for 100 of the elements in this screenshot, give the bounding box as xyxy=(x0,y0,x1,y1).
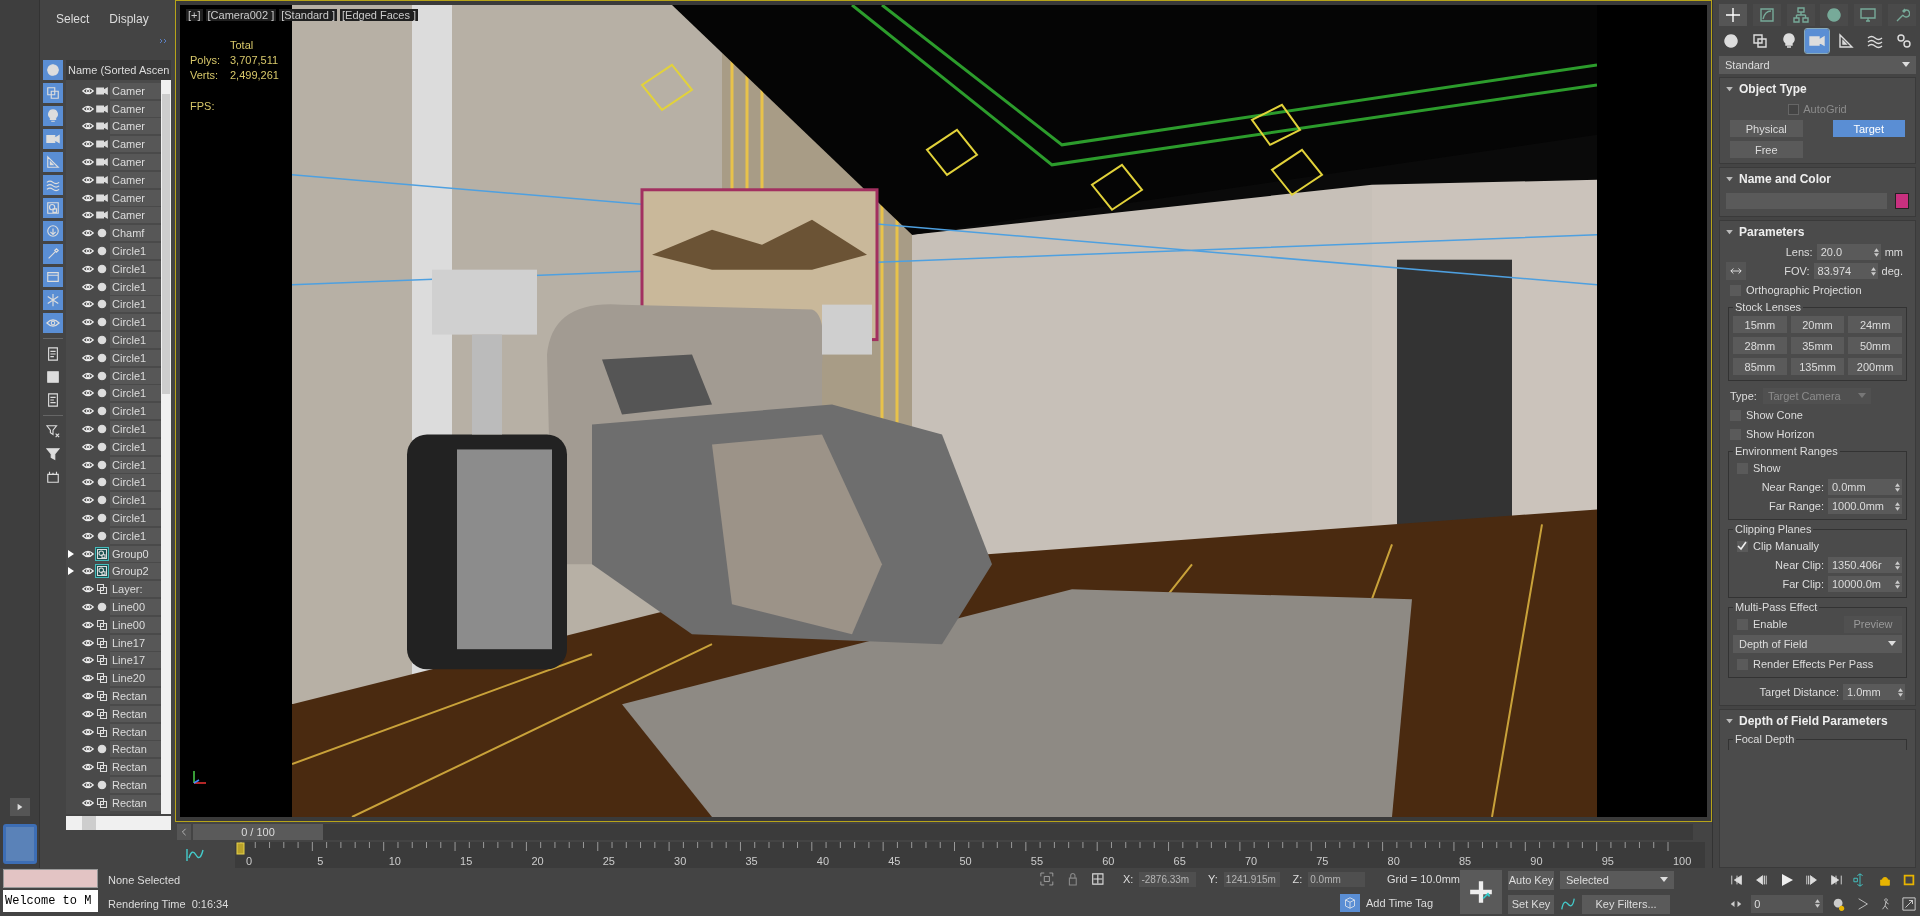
scene-item[interactable]: Circle1 xyxy=(66,437,161,456)
number-field[interactable]: 1.0mm xyxy=(1843,684,1905,700)
color-swatch[interactable] xyxy=(1895,193,1909,209)
scene-item[interactable]: Rectan xyxy=(66,758,161,777)
scene-item[interactable]: Camer xyxy=(66,206,161,225)
menu-item[interactable]: Select xyxy=(56,12,90,60)
time-tag-button[interactable] xyxy=(1340,894,1360,913)
viewport-layout-button[interactable] xyxy=(2,824,37,864)
scene-item[interactable]: Chamf xyxy=(66,224,161,243)
panel-tab[interactable] xyxy=(1888,4,1916,26)
panel-tab[interactable] xyxy=(1752,4,1781,26)
time-slider-thumb[interactable]: 0 / 100 xyxy=(193,824,323,840)
scrollbar[interactable] xyxy=(66,816,171,830)
rollout-header[interactable]: Object Type xyxy=(1726,80,1909,98)
next-frame-icon[interactable] xyxy=(1804,872,1819,887)
key-tangent-icon[interactable] xyxy=(1560,896,1576,912)
selection-bracket-icon[interactable] xyxy=(1040,872,1054,887)
scene-item[interactable]: Circle1 xyxy=(66,455,161,474)
scene-item[interactable]: Layer: xyxy=(66,580,161,599)
scene-item[interactable]: Rectan xyxy=(66,704,161,723)
fov-direction-button[interactable] xyxy=(1726,262,1746,280)
number-field[interactable]: 0.0mm xyxy=(1828,479,1902,495)
scene-item[interactable]: Camer xyxy=(66,99,161,118)
rollout-header[interactable]: Depth of Field Parameters xyxy=(1726,712,1909,730)
rollout-header[interactable]: Parameters xyxy=(1726,223,1909,241)
expand-button[interactable] xyxy=(9,798,30,816)
lens-button[interactable]: 135mm xyxy=(1790,358,1845,375)
number-field[interactable]: 20.0 xyxy=(1816,244,1881,260)
previous-frame-icon[interactable] xyxy=(1754,872,1769,887)
scene-item[interactable]: Group0 xyxy=(66,544,161,563)
checkbox[interactable] xyxy=(1737,540,1748,552)
scene-item[interactable]: Circle1 xyxy=(66,473,161,492)
object-type-button[interactable]: Physical xyxy=(1730,120,1803,137)
column-header[interactable]: Name (Sorted Ascen xyxy=(66,60,171,80)
scene-item[interactable]: Line17 xyxy=(66,651,161,670)
key-filters-button[interactable]: Key Filters... xyxy=(1582,894,1670,914)
coordinate-field[interactable]: -2876.33m xyxy=(1139,871,1197,887)
coordinate-field[interactable]: 1241.915m xyxy=(1223,871,1281,887)
scene-item[interactable]: Line00 xyxy=(66,598,161,616)
set-key-button[interactable]: Set Key xyxy=(1508,894,1554,914)
set-keys-button[interactable] xyxy=(1460,870,1502,914)
crosshair-icon[interactable] xyxy=(1091,872,1105,887)
scene-item[interactable]: Camer xyxy=(66,135,161,154)
viewport-label[interactable]: [Camera002 ] xyxy=(205,9,277,21)
scene-item[interactable]: Line00 xyxy=(66,615,161,634)
lens-button[interactable]: 85mm xyxy=(1733,358,1787,375)
scene-item[interactable]: Camer xyxy=(66,188,161,207)
lens-button[interactable]: 28mm xyxy=(1733,337,1787,354)
panel-tab[interactable] xyxy=(1719,4,1747,26)
scene-item[interactable]: Rectan xyxy=(66,793,161,812)
go-to-start-icon[interactable] xyxy=(1730,872,1744,887)
number-field[interactable]: 1000.0mm xyxy=(1828,498,1902,514)
number-field[interactable]: 10000.0m xyxy=(1828,576,1902,592)
scene-item[interactable]: Circle1 xyxy=(66,277,161,296)
viewport-label[interactable]: [Edged Faces ] xyxy=(340,9,419,21)
script-output-field[interactable]: Welcome to M xyxy=(3,890,98,912)
scene-item[interactable]: Circle1 xyxy=(66,491,161,510)
scene-item[interactable]: Circle1 xyxy=(66,259,161,278)
scrollbar[interactable] xyxy=(161,80,171,814)
scene-item[interactable]: Circle1 xyxy=(66,509,161,527)
lens-button[interactable]: 15mm xyxy=(1733,316,1787,333)
object-type-button[interactable]: Free xyxy=(1730,141,1803,158)
coordinate-field[interactable]: 0.0mm xyxy=(1308,871,1365,887)
lens-button[interactable]: 200mm xyxy=(1848,358,1902,375)
curve-icon[interactable] xyxy=(185,848,205,862)
menu-item[interactable]: Display xyxy=(109,12,149,60)
scene-item[interactable]: Circle1 xyxy=(66,526,161,545)
scene-item[interactable]: Circle1 xyxy=(66,295,161,314)
lens-button[interactable]: 35mm xyxy=(1790,337,1845,354)
object-type-button[interactable]: Target xyxy=(1832,120,1905,137)
scene-item[interactable]: Circle1 xyxy=(66,313,161,332)
scene-item[interactable]: Rectan xyxy=(66,687,161,705)
scene-item[interactable]: Circle1 xyxy=(66,366,161,385)
lens-button[interactable]: 24mm xyxy=(1848,316,1902,333)
scene-item[interactable]: Line20 xyxy=(66,669,161,688)
type-dropdown[interactable]: Standard xyxy=(1719,56,1916,74)
go-to-end-icon[interactable] xyxy=(1829,872,1844,887)
scene-item[interactable]: Rectan xyxy=(66,722,161,741)
panel-tab[interactable] xyxy=(1786,4,1815,26)
viewport-label[interactable]: [+] xyxy=(186,9,203,21)
current-frame-field[interactable]: 0 xyxy=(1751,894,1824,913)
scene-item[interactable]: Line17 xyxy=(66,633,161,652)
viewport-label[interactable]: [Standard ] xyxy=(279,9,338,21)
auto-key-button[interactable]: Auto Key xyxy=(1508,870,1554,890)
scene-item[interactable]: Circle1 xyxy=(66,348,161,367)
scene-item[interactable]: Rectan xyxy=(66,740,161,759)
panel-tab[interactable] xyxy=(1820,4,1849,26)
scene-item[interactable]: Group2 xyxy=(66,562,161,581)
maximize-icon[interactable] xyxy=(1901,896,1916,911)
lens-button[interactable]: 20mm xyxy=(1790,316,1845,333)
scene-item[interactable]: Circle1 xyxy=(66,402,161,421)
scene-item[interactable]: Camer xyxy=(66,117,161,136)
time-marker[interactable] xyxy=(236,842,245,855)
key-mode-dropdown[interactable]: Selected xyxy=(1560,871,1674,889)
previous-frame-button[interactable] xyxy=(177,824,191,840)
lens-button[interactable]: 50mm xyxy=(1848,337,1902,354)
effect-dropdown[interactable]: Depth of Field xyxy=(1733,635,1902,653)
scene-item[interactable]: Circle1 xyxy=(66,384,161,403)
time-slider[interactable]: 0 / 100 xyxy=(193,824,1693,840)
script-listener-field[interactable] xyxy=(3,869,98,888)
